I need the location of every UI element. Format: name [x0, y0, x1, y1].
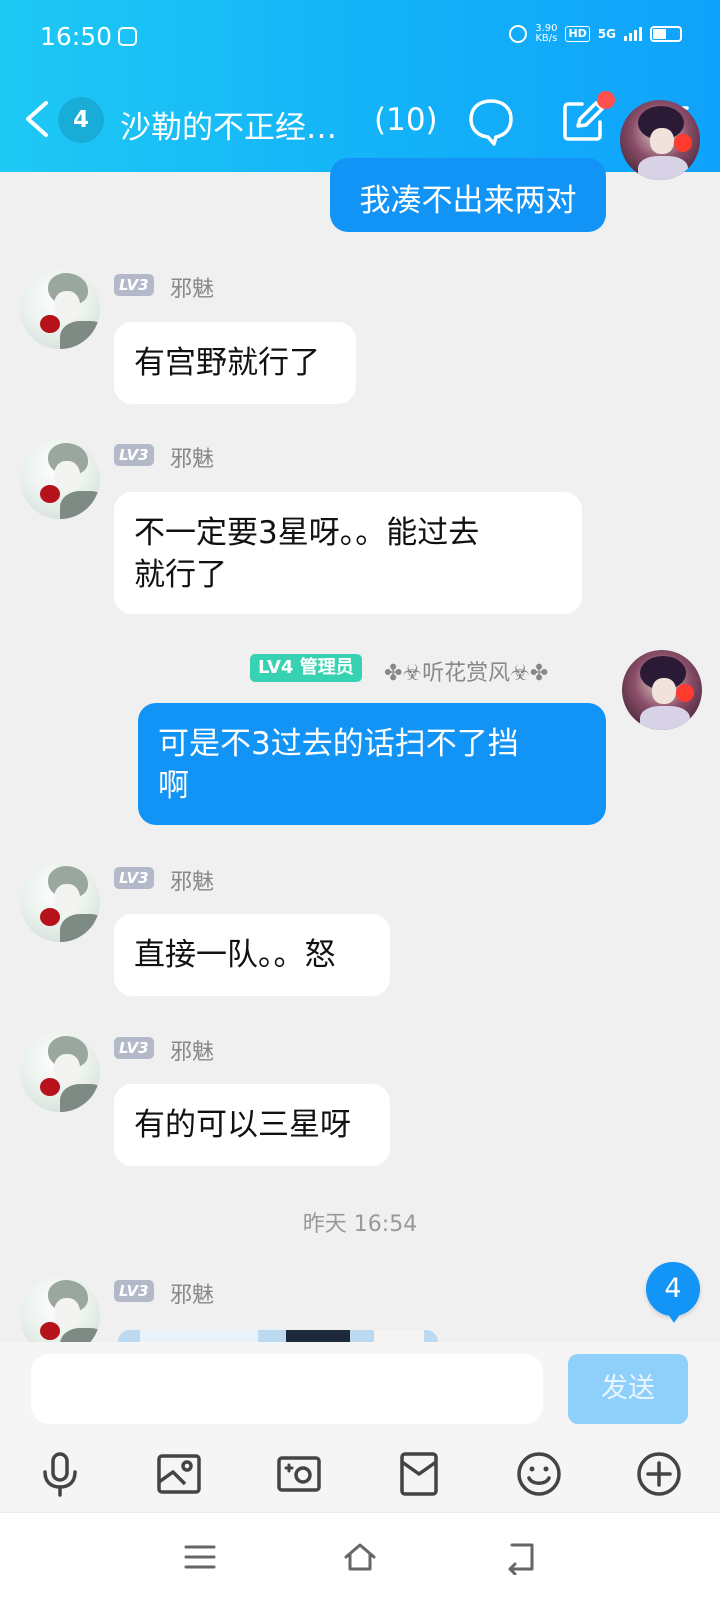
sender-name[interactable]: 邪魅: [170, 441, 214, 473]
network-type: 5G: [597, 27, 616, 41]
level-badge: LV3: [114, 444, 154, 466]
message-input[interactable]: [31, 1354, 543, 1424]
red-packet-icon[interactable]: [395, 1450, 443, 1498]
new-messages-badge[interactable]: 4: [646, 1262, 700, 1323]
level-badge: LV3: [114, 1280, 154, 1302]
send-button[interactable]: 发送: [568, 1354, 688, 1424]
status-time: 16:50: [40, 22, 113, 51]
signal-icon: [624, 27, 642, 41]
home-icon[interactable]: [342, 1539, 378, 1575]
message-bubble[interactable]: 可是不3过去的话扫不了挡 啊: [138, 703, 606, 825]
avatar[interactable]: [20, 862, 100, 942]
sender-name[interactable]: 邪魅: [170, 1277, 214, 1309]
unread-count-badge[interactable]: 4: [58, 97, 104, 143]
member-count[interactable]: (10): [374, 102, 438, 138]
sender-name[interactable]: 邪魅: [170, 1034, 214, 1066]
message-bubble[interactable]: 直接一队。。怒: [114, 914, 390, 996]
alarm-icon: [509, 25, 528, 43]
emoji-icon[interactable]: [515, 1450, 563, 1498]
recent-apps-icon[interactable]: [182, 1539, 218, 1575]
avatar[interactable]: [620, 100, 700, 180]
message-text-line: 啊: [158, 768, 189, 804]
chat-title[interactable]: 沙勒的不正经…: [120, 102, 337, 147]
message-text-line: 就行了: [134, 557, 227, 593]
message-bubble[interactable]: 有宫野就行了: [114, 322, 356, 404]
level-badge: LV3: [114, 1037, 154, 1059]
hd-badge: HD: [565, 26, 590, 42]
level-badge: LV3: [114, 274, 154, 296]
image-message[interactable]: [118, 1330, 438, 1342]
system-nav-bar: [0, 1512, 720, 1601]
message-text: 有的可以三星呀: [134, 1107, 351, 1143]
avatar[interactable]: [20, 269, 100, 349]
back-nav-icon[interactable]: [502, 1539, 538, 1575]
message-text: 我凑不出来两对: [359, 183, 577, 219]
role-text: 管理员: [299, 657, 354, 678]
message-text: 直接一队。。怒: [134, 937, 336, 973]
message-bubble[interactable]: 我凑不出来两对: [330, 158, 606, 232]
level-badge: LV3: [114, 867, 154, 889]
battery-icon: [650, 26, 682, 42]
message-text: 有宫野就行了: [134, 345, 320, 381]
message-text-line: 可是不3过去的话扫不了挡: [158, 726, 519, 762]
sender-name[interactable]: 邪魅: [170, 271, 214, 303]
status-bar: 16:50 3.90 KB/s HD 5G: [0, 0, 720, 80]
microphone-icon[interactable]: [36, 1450, 84, 1498]
notification-dot: [597, 91, 615, 109]
avatar[interactable]: [20, 439, 100, 519]
avatar[interactable]: [622, 650, 702, 730]
sender-name[interactable]: ✤☣听花赏风☣✤: [384, 655, 548, 687]
sender-name[interactable]: 邪魅: [170, 864, 214, 896]
avatar[interactable]: [20, 1032, 100, 1112]
chat-bubble-icon[interactable]: [466, 96, 516, 148]
level-text: LV4: [258, 657, 294, 678]
top-bar: 16:50 3.90 KB/s HD 5G 4 沙勒的不正经… (10): [0, 0, 720, 172]
battery-fill: [653, 29, 667, 39]
camera-icon[interactable]: [275, 1450, 323, 1498]
input-bar: 发送: [0, 1342, 720, 1512]
back-icon[interactable]: [22, 99, 52, 139]
message-bubble[interactable]: 不一定要3星呀。。能过去 就行了: [114, 492, 582, 614]
message-bubble[interactable]: 有的可以三星呀: [114, 1084, 390, 1166]
network-speed-unit: KB/s: [535, 33, 558, 44]
message-text-line: 不一定要3星呀。。能过去: [134, 515, 480, 551]
message-timestamp: 昨天 16:54: [302, 1212, 418, 1237]
image-icon[interactable]: [155, 1450, 203, 1498]
status-indicators: 3.90 KB/s HD 5G: [509, 24, 682, 44]
gallery-app-icon: [118, 27, 137, 46]
network-speed: 3.90 KB/s: [535, 24, 557, 44]
plus-icon[interactable]: [635, 1450, 683, 1498]
level-badge: LV4 管理员: [250, 654, 362, 682]
